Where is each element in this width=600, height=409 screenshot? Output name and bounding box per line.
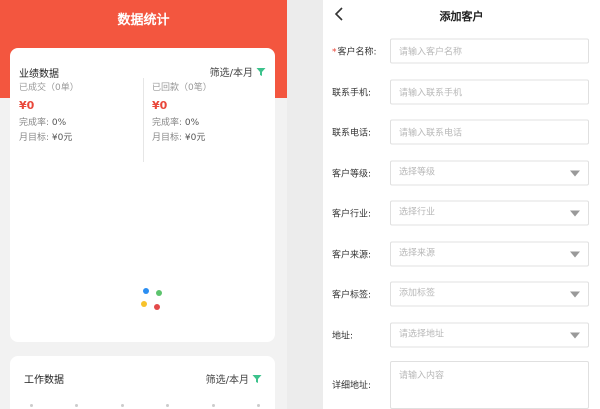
deals-target-label: 月目标: — [19, 133, 50, 143]
level-select[interactable]: 选择等级 — [390, 160, 589, 186]
payments-target: 月目标: ¥0元 — [152, 131, 272, 145]
caret-down-icon — [570, 332, 580, 339]
level-placeholder: 选择等级 — [399, 167, 436, 178]
customer-name-box — [390, 38, 589, 64]
caret-down-icon — [570, 210, 580, 217]
field-tags: 客户标签: 添加标签 — [323, 274, 600, 314]
source-select[interactable]: 选择来源 — [390, 241, 589, 267]
deals-amount: ¥0 — [19, 99, 35, 112]
field-customer-name: *客户名称: — [323, 31, 600, 71]
filter-icon — [256, 67, 266, 76]
phone-label: 联系电话: — [332, 128, 372, 139]
tags-placeholder: 添加标签 — [399, 288, 436, 299]
address-label: 地址: — [332, 331, 354, 342]
customer-name-input[interactable] — [391, 41, 588, 64]
add-customer-screen: 添加客户 *客户名称: 联系手机: 联系电话: 客户等级: 选择等级 客户行业:… — [323, 0, 600, 409]
payments-target-label: 月目标: — [152, 133, 183, 143]
address-placeholder: 请选择地址 — [399, 329, 445, 340]
level-label: 客户等级: — [332, 169, 372, 180]
field-phone: 联系电话: — [323, 112, 600, 152]
dot — [211, 404, 215, 407]
spinner-dot — [156, 290, 162, 296]
payments-amount: ¥0 — [152, 99, 168, 112]
detail-address-input[interactable] — [391, 362, 588, 408]
mobile-label: 联系手机: — [332, 88, 372, 99]
performance-filter-label: 筛选/本月 — [209, 68, 253, 79]
stats-page-title: 数据统计 — [117, 13, 170, 28]
field-source: 客户来源: 选择来源 — [323, 234, 600, 274]
filter-icon — [252, 374, 262, 383]
spinner-dot — [141, 301, 147, 307]
deals-rate-value: 0% — [51, 118, 67, 128]
deals-target: 月目标: ¥0元 — [19, 131, 139, 145]
mobile-box — [390, 79, 589, 105]
spinner-dot — [143, 288, 149, 294]
spinner-dot — [154, 304, 160, 310]
source-label: 客户来源: — [332, 250, 372, 261]
field-industry: 客户行业: 选择行业 — [323, 193, 600, 233]
deals-rate: 完成率: 0% — [19, 116, 139, 130]
work-card: 工作数据 筛选/本月 — [10, 356, 275, 409]
performance-filter[interactable]: 筛选/本月 — [210, 64, 266, 79]
customer-name-label-text: 客户名称: — [337, 47, 377, 58]
work-filter[interactable]: 筛选/本月 — [206, 371, 262, 386]
field-mobile: 联系手机: — [323, 72, 600, 112]
dot — [30, 404, 33, 407]
payments-label: 已回款（0笔） — [152, 83, 212, 93]
caret-down-icon — [570, 170, 580, 177]
payments-rate: 完成率: 0% — [152, 116, 272, 130]
work-title: 工作数据 — [24, 375, 64, 386]
field-level: 客户等级: 选择等级 — [323, 153, 600, 193]
industry-label: 客户行业: — [332, 209, 372, 220]
performance-card: 业绩数据 筛选/本月 已成交（0单） ¥0 完成率: 0% 月目标: ¥0元 已… — [10, 48, 275, 342]
deals-label: 已成交（0单） — [19, 83, 79, 93]
industry-placeholder: 选择行业 — [399, 207, 436, 218]
dot — [166, 404, 170, 407]
performance-title: 业绩数据 — [19, 69, 59, 80]
industry-select[interactable]: 选择行业 — [390, 200, 589, 226]
work-dots — [30, 404, 260, 407]
loading-spinner-icon — [140, 288, 165, 313]
payments-target-value: ¥0元 — [184, 133, 206, 143]
field-address: 地址: 请选择地址 — [323, 315, 600, 355]
customer-name-label: *客户名称: — [332, 45, 377, 58]
mobile-input[interactable] — [391, 82, 588, 105]
deals-target-value: ¥0元 — [51, 133, 73, 143]
deals-column: 已成交（0单） ¥0 完成率: 0% 月目标: ¥0元 — [19, 81, 139, 145]
work-filter-label: 筛选/本月 — [205, 375, 249, 386]
required-mark: * — [332, 47, 337, 58]
stats-screen: 数据统计 业绩数据 筛选/本月 已成交（0单） ¥0 完成率: 0% 月目标: … — [0, 0, 287, 409]
dot — [120, 404, 124, 407]
caret-down-icon — [570, 291, 580, 298]
phone-input[interactable] — [391, 122, 588, 145]
add-customer-title: 添加客户 — [439, 10, 484, 23]
dot — [75, 404, 79, 407]
payments-column: 已回款（0笔） ¥0 完成率: 0% 月目标: ¥0元 — [152, 81, 272, 145]
source-placeholder: 选择来源 — [399, 248, 436, 259]
deals-rate-label: 完成率: — [19, 118, 50, 128]
add-customer-header: 添加客户 — [323, 0, 600, 30]
phone-box — [390, 119, 589, 145]
dot — [256, 404, 260, 407]
payments-rate-label: 完成率: — [152, 118, 183, 128]
payments-rate-value: 0% — [184, 118, 200, 128]
tags-select[interactable]: 添加标签 — [390, 281, 589, 307]
column-divider — [143, 78, 144, 162]
caret-down-icon — [570, 251, 580, 258]
detail-address-box — [390, 361, 589, 409]
detail-address-label: 详细地址: — [332, 381, 372, 391]
tags-label: 客户标签: — [332, 290, 372, 301]
app-root: 数据统计 业绩数据 筛选/本月 已成交（0单） ¥0 完成率: 0% 月目标: … — [0, 0, 600, 409]
address-select[interactable]: 请选择地址 — [390, 322, 589, 348]
